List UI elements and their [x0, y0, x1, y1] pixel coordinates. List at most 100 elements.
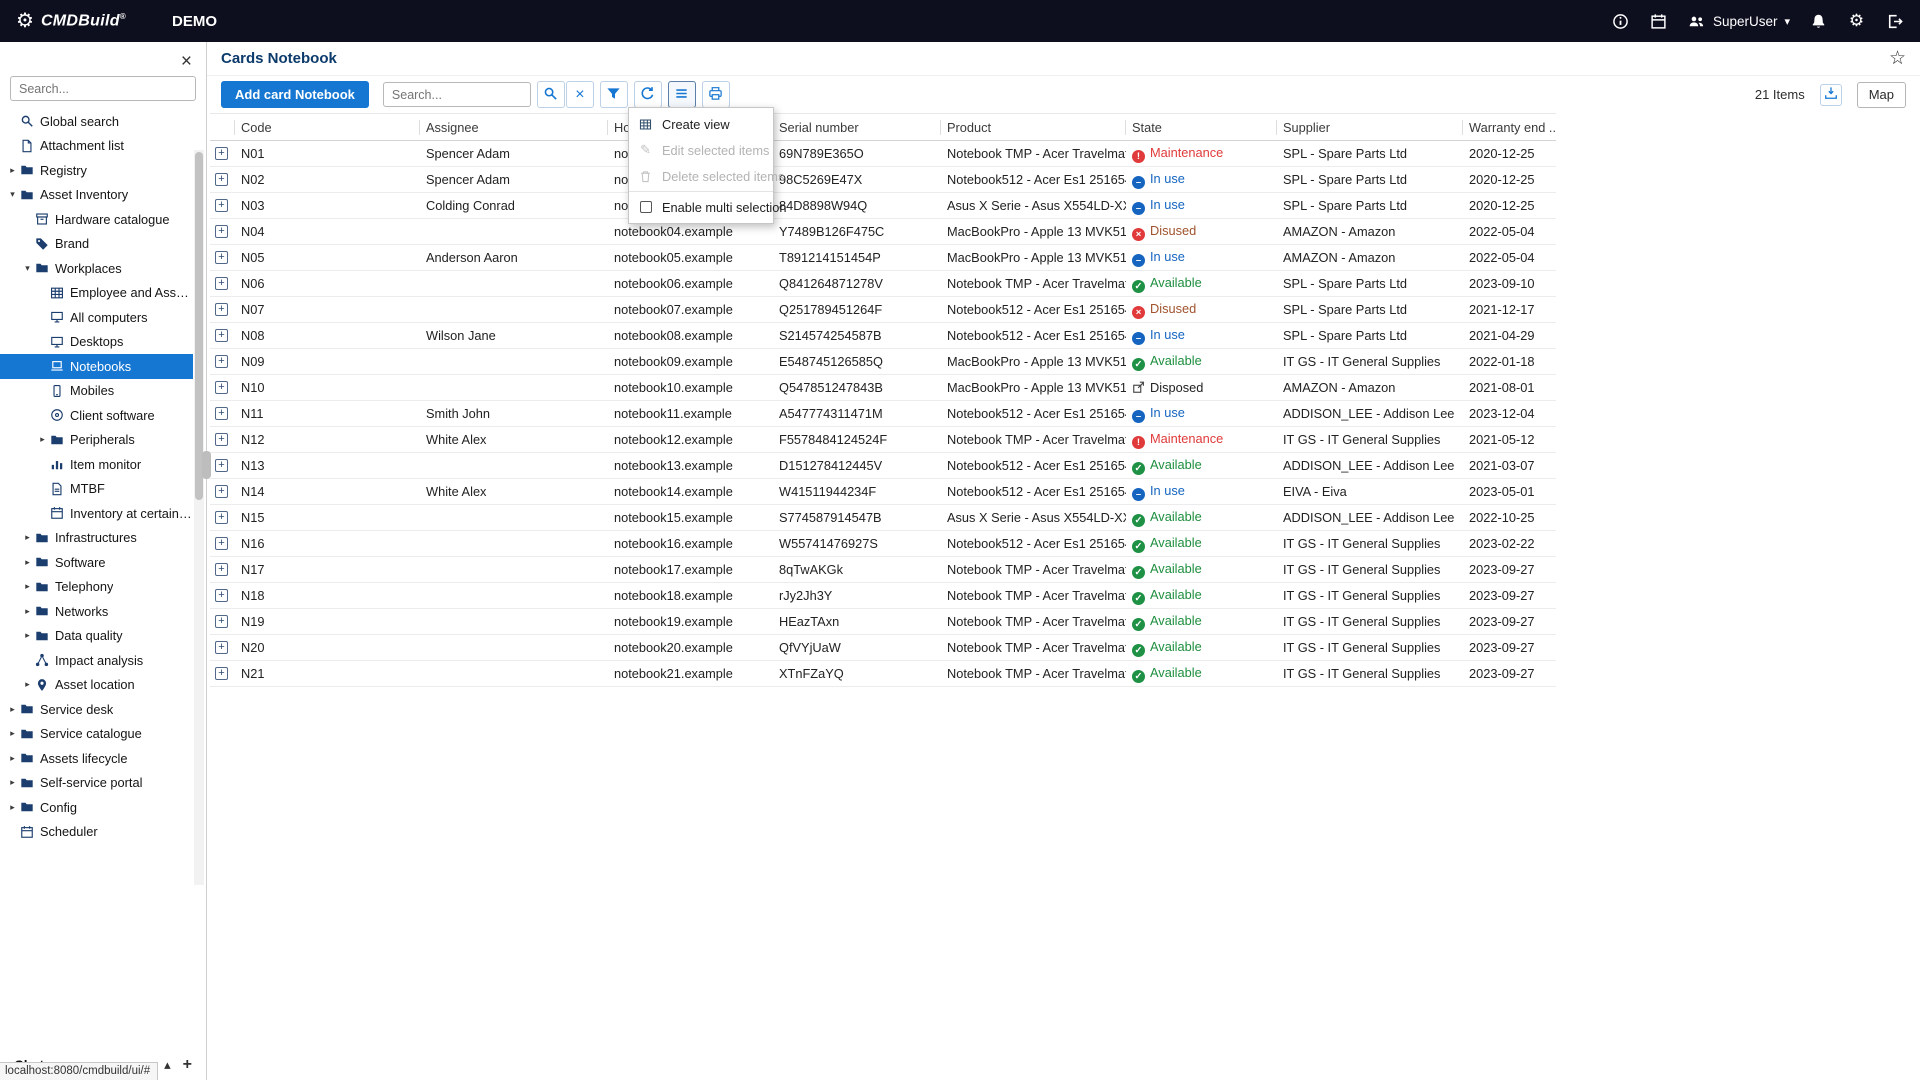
chevron-right-icon[interactable]: ▸ [21, 581, 34, 592]
expand-row-icon[interactable]: + [215, 277, 228, 290]
expand-row-icon[interactable]: + [215, 251, 228, 264]
column-header-serial-number[interactable]: Serial number [773, 119, 941, 135]
sidebar-item-impact-analysis[interactable]: Impact analysis [0, 648, 193, 673]
chevron-right-icon[interactable]: ▸ [21, 679, 34, 690]
sidebar-search-input[interactable] [10, 76, 196, 101]
chevron-right-icon[interactable]: ▸ [36, 434, 49, 445]
chevron-down-icon[interactable]: ▾ [21, 263, 34, 274]
sidebar-item-networks[interactable]: ▸ Networks [0, 599, 193, 624]
menu-item-enable-multi-selection[interactable]: Enable multi selection [629, 194, 786, 220]
table-row[interactable]: + N11 Smith John notebook11.example A5477743… [210, 401, 1556, 427]
expand-row-icon[interactable]: + [215, 199, 228, 212]
close-icon[interactable]: × [181, 52, 192, 71]
table-row[interactable]: + N10 notebook10.example Q547851247843B MacB… [210, 375, 1556, 401]
sidebar-item-scheduler[interactable]: Scheduler [0, 820, 193, 845]
column-header-assignee[interactable]: Assignee [420, 119, 608, 135]
table-row[interactable]: + N05 Anderson Aaron notebook05.example T891… [210, 245, 1556, 271]
table-row[interactable]: + N14 White Alex notebook14.example W4151194… [210, 479, 1556, 505]
expand-row-icon[interactable]: + [215, 537, 228, 550]
sidebar-item-notebooks[interactable]: Notebooks [0, 354, 193, 379]
sidebar-item-infrastructures[interactable]: ▸ Infrastructures [0, 526, 193, 551]
refresh-button[interactable] [633, 81, 662, 108]
expand-row-icon[interactable]: + [215, 225, 228, 238]
chevron-right-icon[interactable]: ▸ [21, 630, 34, 641]
export-button[interactable] [1819, 83, 1842, 106]
info-icon[interactable] [1611, 12, 1630, 31]
sidebar-item-mtbf[interactable]: MTBF [0, 477, 193, 502]
app-logo[interactable]: ⚙ CMDBuild® [16, 11, 126, 31]
sidebar-item-inventory-at-certain-date[interactable]: Inventory at certain date [0, 501, 193, 526]
print-button[interactable] [701, 81, 730, 108]
chevron-right-icon[interactable]: ▸ [6, 165, 19, 176]
table-row[interactable]: +N02Spencer Adamnotebook02.example98C526… [210, 167, 1556, 193]
table-row[interactable]: +N01Spencer Adamnotebook01.example69N789… [210, 141, 1556, 167]
expand-row-icon[interactable]: + [215, 589, 228, 602]
table-row[interactable]: + N17 notebook17.example 8qTwAKGk Notebook T… [210, 557, 1556, 583]
chevron-right-icon[interactable]: ▸ [6, 728, 19, 739]
expand-row-icon[interactable]: + [215, 355, 228, 368]
table-row[interactable]: + N18 notebook18.example rJy2Jh3Y Notebook T… [210, 583, 1556, 609]
sidebar-item-global-search[interactable]: Global search [0, 109, 193, 134]
sidebar-item-self-service-portal[interactable]: ▸ Self-service portal [0, 771, 193, 796]
expand-row-icon[interactable]: + [215, 381, 228, 394]
column-header-warranty-end[interactable]: Warranty end ... [1463, 120, 1556, 135]
chevron-right-icon[interactable]: ▸ [6, 753, 19, 764]
sidebar-item-workplaces[interactable]: ▾ Workplaces [0, 256, 193, 281]
user-menu[interactable]: SuperUser ▾ [1687, 12, 1790, 31]
column-header-code[interactable]: Code [235, 119, 420, 135]
table-row[interactable]: +N03Colding Conradnotebook03.example84D8… [210, 193, 1556, 219]
chevron-right-icon[interactable]: ▸ [6, 704, 19, 715]
sidebar-item-data-quality[interactable]: ▸ Data quality [0, 624, 193, 649]
expand-row-icon[interactable]: + [215, 303, 228, 316]
sidebar-item-brand[interactable]: Brand [0, 232, 193, 257]
table-row[interactable]: + N21 notebook21.example XTnFZaYQ Notebook T… [210, 661, 1556, 687]
chevron-right-icon[interactable]: ▸ [21, 606, 34, 617]
menu-item-create-view[interactable]: Create view [629, 111, 773, 137]
chevron-right-icon[interactable]: ▸ [6, 802, 19, 813]
sidebar-item-software[interactable]: ▸ Software [0, 550, 193, 575]
column-header-supplier[interactable]: Supplier [1277, 119, 1463, 135]
expand-row-icon[interactable]: + [215, 407, 228, 420]
logout-icon[interactable] [1885, 12, 1904, 31]
sidebar-item-all-computers[interactable]: All computers [0, 305, 193, 330]
table-row[interactable]: + N13 notebook13.example D151278412445V Note… [210, 453, 1556, 479]
sidebar-item-service-catalogue[interactable]: ▸ Service catalogue [0, 722, 193, 747]
sidebar-item-hardware-catalogue[interactable]: Hardware catalogue [0, 207, 193, 232]
add-icon[interactable]: + [183, 1056, 192, 1074]
chevron-right-icon[interactable]: ▸ [21, 557, 34, 568]
grid-search-input[interactable] [382, 82, 531, 107]
table-row[interactable]: + N04 notebook04.example Y7489B126F475C MacB… [210, 219, 1556, 245]
sidebar-item-telephony[interactable]: ▸ Telephony [0, 575, 193, 600]
table-row[interactable]: + N07 notebook07.example Q251789451264F Note… [210, 297, 1556, 323]
clear-search-button[interactable]: × [565, 81, 594, 108]
sidebar-item-desktops[interactable]: Desktops [0, 330, 193, 355]
sidebar-item-asset-location[interactable]: ▸ Asset location [0, 673, 193, 698]
collapse-up-icon[interactable]: ▴ [164, 1057, 171, 1073]
table-row[interactable]: + N16 notebook16.example W55741476927S Noteb… [210, 531, 1556, 557]
splitter-handle[interactable] [202, 451, 211, 479]
gear-icon[interactable]: ⚙ [1847, 11, 1866, 31]
table-row[interactable]: + N15 notebook15.example S774587914547B Asus… [210, 505, 1556, 531]
sidebar-item-asset-inventory[interactable]: ▾ Asset Inventory [0, 183, 193, 208]
sidebar-item-service-desk[interactable]: ▸ Service desk [0, 697, 193, 722]
sidebar-item-client-software[interactable]: Client software [0, 403, 193, 428]
column-header-state[interactable]: State [1126, 119, 1277, 135]
table-row[interactable]: + N08 Wilson Jane notebook08.example S214574… [210, 323, 1556, 349]
notifications-bell-icon[interactable] [1809, 12, 1828, 31]
column-header-product[interactable]: Product [941, 119, 1126, 135]
sidebar-scrollbar[interactable] [194, 150, 204, 885]
expand-row-icon[interactable]: + [215, 173, 228, 186]
sidebar-item-attachment-list[interactable]: Attachment list [0, 134, 193, 159]
expand-row-icon[interactable]: + [215, 485, 228, 498]
expand-row-icon[interactable]: + [215, 433, 228, 446]
table-row[interactable]: + N20 notebook20.example QfVYjUaW Notebook T… [210, 635, 1556, 661]
sidebar-item-peripherals[interactable]: ▸ Peripherals [0, 428, 193, 453]
grid-menu-button[interactable] [667, 81, 696, 108]
expand-row-icon[interactable]: + [215, 641, 228, 654]
sidebar-scrollbar-thumb[interactable] [195, 152, 203, 500]
expand-row-icon[interactable]: + [215, 563, 228, 576]
filter-button[interactable] [599, 81, 628, 108]
map-button[interactable]: Map [1856, 81, 1906, 108]
expand-row-icon[interactable]: + [215, 147, 228, 160]
table-row[interactable]: + N12 White Alex notebook12.example F5578484… [210, 427, 1556, 453]
